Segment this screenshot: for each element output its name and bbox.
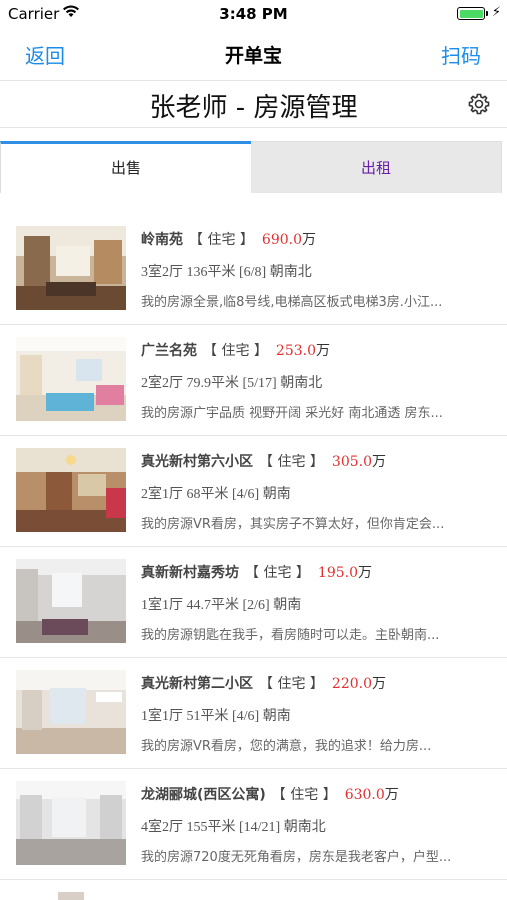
listing-name: 真光新村第六小区 <box>141 454 253 470</box>
listing-title: 龙湖郦城(西区公寓) 【 住宅 】 630.0万 <box>141 784 399 804</box>
listing-title: 真新新村嘉秀坊【 住宅 】 195.0万 <box>141 562 372 582</box>
listing-name: 广兰名苑 <box>141 343 197 359</box>
listing-photo <box>16 559 126 643</box>
nav-title: 开单宝 <box>224 45 282 67</box>
listing-photo <box>16 448 126 532</box>
price-unit: 万 <box>384 787 399 803</box>
price-unit: 万 <box>372 676 386 692</box>
battery-nub <box>486 11 488 16</box>
price-unit: 万 <box>302 232 316 248</box>
listing-description: 我的房源钥匙在我手，看房随时可以走。主卧朝南... <box>141 628 440 643</box>
listing-price: 690.0 <box>261 232 302 248</box>
nav-bar: 返回 开单宝 扫码 <box>0 28 507 80</box>
listing-details: 1室1厅 44.7平米 [2/6] 朝南 <box>141 598 302 613</box>
listing-photo <box>16 337 126 421</box>
listing-type: 【 住宅 】 <box>259 676 324 692</box>
status-bar: Carrier 3:48 PM ⚡ <box>0 0 507 28</box>
listing-photo <box>16 670 126 754</box>
scan-button[interactable]: 扫码 <box>441 40 481 69</box>
listing-type: 【 住宅 】 <box>189 232 254 248</box>
listing-price: 305.0 <box>331 454 372 470</box>
listing-details: 3室2厅 136平米 [6/8] 朝南北 <box>141 265 312 280</box>
listing-name: 岭南苑 <box>141 232 183 248</box>
listing-description: 我的房源720度无死角看房，房东是我老客户，户型... <box>141 850 452 865</box>
tab-sell[interactable]: 出售 <box>0 141 251 193</box>
list-item[interactable]: 真光新村第六小区【 住宅 】 305.0万 2室1厅 68平米 [4/6] 朝南 … <box>0 436 507 547</box>
listing-details: 2室1厅 68平米 [4/6] 朝南 <box>141 487 291 502</box>
price-unit: 万 <box>316 343 330 359</box>
listing-details: 1室1厅 51平米 [4/6] 朝南 <box>141 709 291 724</box>
charging-icon: ⚡ <box>491 5 501 20</box>
listing-price: 630.0 <box>344 787 385 803</box>
price-unit: 万 <box>358 565 372 581</box>
listing-type: 【 住宅 】 <box>245 565 310 581</box>
list-item[interactable]: 广兰名苑【 住宅 】 253.0万 2室2厅 79.9平米 [5/17] 朝南北 … <box>0 325 507 436</box>
tab-bar: 出售 出租 <box>0 141 502 193</box>
list-item[interactable]: 真新新村嘉秀坊【 住宅 】 195.0万 1室1厅 44.7平米 [2/6] 朝南… <box>0 547 507 658</box>
listing-title: 真光新村第六小区【 住宅 】 305.0万 <box>141 451 386 471</box>
list-item[interactable]: 龙湖郦城(西区公寓) 【 住宅 】 630.0万 4室2厅 155平米 [14/21… <box>0 769 507 880</box>
listing-details: 2室2厅 79.9平米 [5/17] 朝南北 <box>141 376 323 391</box>
listing-name: 龙湖郦城(西区公寓) <box>141 787 266 803</box>
page-header: 张老师 - 房源管理 <box>0 80 507 128</box>
listing-photo <box>16 226 126 310</box>
listing-photo <box>57 892 85 900</box>
listing-name: 真光新村第二小区 <box>141 676 253 692</box>
listing-price: 195.0 <box>317 565 358 581</box>
clock: 3:48 PM <box>219 5 288 23</box>
battery-icon <box>457 7 485 20</box>
listing-type: 【 住宅 】 <box>271 787 337 803</box>
listing-title: 广兰名苑【 住宅 】 253.0万 <box>141 340 330 360</box>
gear-icon[interactable] <box>467 92 491 116</box>
listing-details: 4室2厅 155平米 [14/21] 朝南北 <box>141 820 326 835</box>
listing-description: 我的房源VR看房，其实房子不算太好，但你肯定会... <box>141 517 445 532</box>
page-title: 张老师 - 房源管理 <box>149 93 358 123</box>
list-item[interactable]: 岭南苑【 住宅 】 690.0万 3室2厅 136平米 [6/8] 朝南北 我的房… <box>0 214 507 325</box>
listing-name: 真新新村嘉秀坊 <box>141 565 239 581</box>
listing-type: 【 住宅 】 <box>259 454 324 470</box>
listing-description: 我的房源VR看房，您的满意，我的追求！给力房... <box>141 739 432 754</box>
list-item[interactable]: 真光新村第二小区【 住宅 】 220.0万 1室1厅 51平米 [4/6] 朝南 … <box>0 658 507 769</box>
tab-rent[interactable]: 出租 <box>251 141 502 193</box>
listing-price: 220.0 <box>331 676 372 692</box>
listing-description: 我的房源广宇品质 视野开阔 采光好 南北通透 房东... <box>141 406 443 421</box>
listing-title: 岭南苑【 住宅 】 690.0万 <box>141 229 316 249</box>
listing-title: 真光新村第二小区【 住宅 】 220.0万 <box>141 673 386 693</box>
listing-photo <box>16 781 126 865</box>
list-item[interactable] <box>0 880 507 900</box>
listing-description: 我的房源全景,临8号线,电梯高区板式电梯3房.小江... <box>141 295 443 310</box>
price-unit: 万 <box>372 454 386 470</box>
listing-type: 【 住宅 】 <box>203 343 268 359</box>
listing-price: 253.0 <box>275 343 316 359</box>
